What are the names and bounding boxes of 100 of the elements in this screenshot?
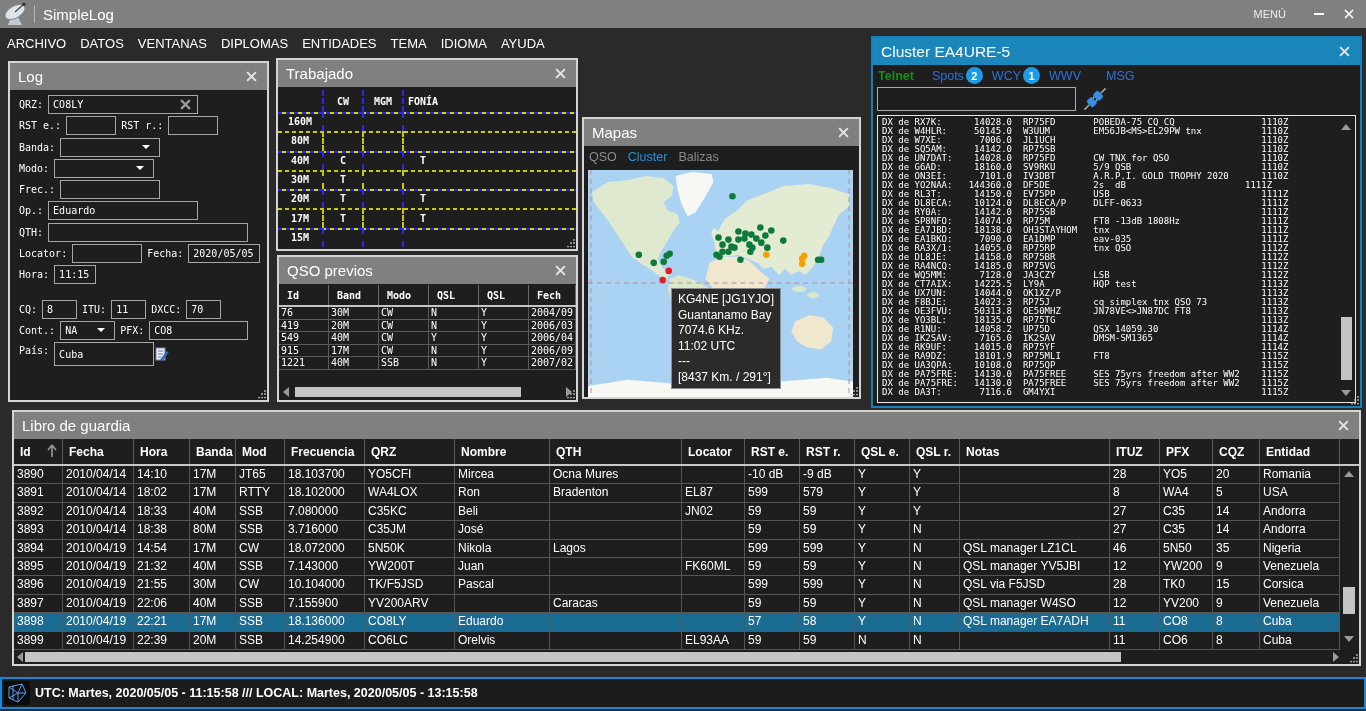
table-row[interactable]: 3890 2010/04/14 14:10 17M JT65 18.103700 YO5CFI Mircea Ocna Mures -10 dB -9 dB Y Y 28 YO5 20 Romania	[14, 466, 1340, 485]
scrollbar-thumb[interactable]	[295, 387, 521, 397]
map-marker-icon[interactable]	[748, 231, 755, 238]
map-marker-icon[interactable]	[762, 232, 769, 239]
band-dropdown[interactable]	[60, 137, 161, 157]
column-header[interactable]: Fech	[529, 285, 576, 305]
map-marker-icon[interactable]	[665, 267, 672, 275]
close-button[interactable]	[553, 263, 568, 278]
edit-icon[interactable]	[155, 346, 170, 363]
column-header[interactable]: Frecuencia	[285, 439, 365, 464]
map-marker-icon[interactable]	[735, 236, 742, 243]
map-tab[interactable]: Cluster	[627, 150, 668, 164]
map-marker-icon[interactable]	[659, 276, 666, 284]
table-row[interactable]: 3891 2010/04/14 18:02 17M RTTY 18.102000 WA4LOX Ron Bradenton EL87 599 579 Y Y 8 WA4 5 USA	[14, 484, 1340, 503]
map-tab[interactable]: QSO	[589, 150, 617, 164]
dxcc-field[interactable]: 70	[186, 299, 222, 319]
scroll-up-icon[interactable]	[1341, 124, 1351, 130]
resize-grip-icon[interactable]	[566, 390, 575, 399]
map-marker-icon[interactable]	[729, 192, 736, 200]
map-marker-icon[interactable]	[731, 244, 738, 251]
map-marker-icon[interactable]	[763, 251, 770, 259]
map-marker-icon[interactable]	[757, 224, 764, 231]
map-marker-icon[interactable]	[747, 248, 754, 256]
scroll-left-icon[interactable]	[283, 387, 289, 397]
plug-icon[interactable]	[1082, 86, 1108, 112]
cq-zone-field[interactable]: 8	[42, 299, 78, 319]
scroll-right-icon[interactable]	[566, 387, 572, 397]
column-header[interactable]: CQZ	[1213, 439, 1260, 464]
itu-zone-field[interactable]: 11	[111, 299, 147, 319]
column-header[interactable]: Modo	[379, 285, 429, 305]
rst-sent-field[interactable]	[66, 116, 117, 136]
command-input[interactable]	[877, 87, 1076, 111]
scrollbar-thumb[interactable]	[1340, 317, 1352, 380]
country-field[interactable]: Cuba	[54, 342, 155, 367]
close-button[interactable]	[244, 69, 259, 84]
scroll-right-icon[interactable]	[1333, 652, 1339, 662]
column-header[interactable]: Banda	[190, 439, 236, 464]
menu-item[interactable]: ARCHIVO	[7, 35, 67, 51]
column-header[interactable]: Hora	[134, 439, 190, 464]
frequency-field[interactable]	[60, 180, 161, 200]
rst-received-field[interactable]	[168, 116, 219, 136]
column-header[interactable]: QTH	[550, 439, 682, 464]
table-row[interactable]: 3896 2010/04/19 21:55 30M CW 10.104000 TK/F5JSD Pascal 599 599 Y N QSL via F5JSD 28 TK0 15 Corsica	[14, 576, 1340, 595]
continent-dropdown[interactable]: NA	[60, 320, 116, 340]
time-field[interactable]: 11:15	[54, 265, 97, 285]
resize-grip-icon[interactable]	[1349, 654, 1358, 663]
feed-tab[interactable]: WCY 1	[991, 67, 1041, 84]
map-marker-icon[interactable]	[798, 260, 806, 268]
map-marker-icon[interactable]	[666, 250, 673, 258]
feed-tab[interactable]: Telnet	[878, 68, 914, 83]
resize-grip-icon[interactable]	[1350, 396, 1359, 405]
menu-item[interactable]: DATOS	[80, 35, 124, 51]
column-header[interactable]: Fecha	[63, 439, 134, 464]
map-marker-icon[interactable]	[725, 236, 732, 243]
qth-field[interactable]	[48, 222, 249, 242]
map-marker-icon[interactable]	[650, 259, 658, 267]
close-button[interactable]	[1337, 44, 1352, 59]
map-marker-icon[interactable]	[768, 227, 775, 234]
column-header[interactable]: Id	[279, 285, 329, 305]
menu-item[interactable]: DIPLOMAS	[220, 35, 289, 51]
map-marker-icon[interactable]	[742, 230, 749, 237]
column-header[interactable]: Entidad	[1260, 439, 1340, 464]
mode-dropdown[interactable]	[54, 158, 155, 178]
feed-tab[interactable]: WWV	[1049, 68, 1081, 83]
scrollbar-thumb[interactable]	[1342, 587, 1355, 614]
map-marker-icon[interactable]	[753, 235, 760, 242]
column-header[interactable]: QSL	[479, 285, 529, 305]
map-marker-icon[interactable]	[715, 234, 722, 241]
close-button[interactable]	[1336, 418, 1351, 433]
clear-icon[interactable]	[180, 99, 192, 110]
map-marker-icon[interactable]	[780, 237, 787, 244]
map-marker-icon[interactable]	[737, 256, 744, 264]
scroll-down-icon[interactable]	[1343, 636, 1354, 642]
column-header[interactable]: QSL	[429, 285, 479, 305]
map-marker-icon[interactable]	[817, 256, 825, 264]
column-header[interactable]: Nombre	[455, 439, 550, 464]
menu-item[interactable]: AYUDA	[500, 35, 545, 51]
callsign-field[interactable]: CO8LY	[48, 95, 199, 114]
map-marker-icon[interactable]	[741, 235, 748, 242]
column-header[interactable]: Mod	[236, 439, 285, 464]
map-marker-icon[interactable]	[660, 258, 667, 266]
column-header[interactable]: Id	[14, 439, 63, 464]
column-header[interactable]: Locator	[682, 439, 745, 464]
column-header[interactable]: ITUZ	[1110, 439, 1160, 464]
date-field[interactable]: 2020/05/05	[188, 244, 261, 264]
map-marker-icon[interactable]	[735, 228, 742, 235]
map-marker-icon[interactable]	[764, 244, 771, 251]
map-marker-icon[interactable]	[725, 248, 732, 256]
column-header[interactable]: Band	[329, 285, 379, 305]
column-header[interactable]: QSL e.	[855, 439, 910, 464]
menu-item[interactable]: TEMA	[390, 35, 427, 51]
close-button[interactable]	[553, 66, 568, 81]
operator-field[interactable]: Eduardo	[48, 201, 199, 221]
feed-tab[interactable]: MSG	[1105, 68, 1135, 83]
table-row[interactable]: 3893 2010/04/14 18:38 80M SSB 3.716000 C35JM José 59 59 Y N 27 C35 14 Andorra	[14, 521, 1340, 540]
column-header[interactable]: QSL r.	[910, 439, 960, 464]
feed-tab[interactable]: Spots 2	[931, 67, 983, 84]
map-marker-icon[interactable]	[719, 241, 726, 248]
column-header[interactable]: RST e.	[745, 439, 800, 464]
column-header[interactable]: PFX	[1160, 439, 1213, 464]
